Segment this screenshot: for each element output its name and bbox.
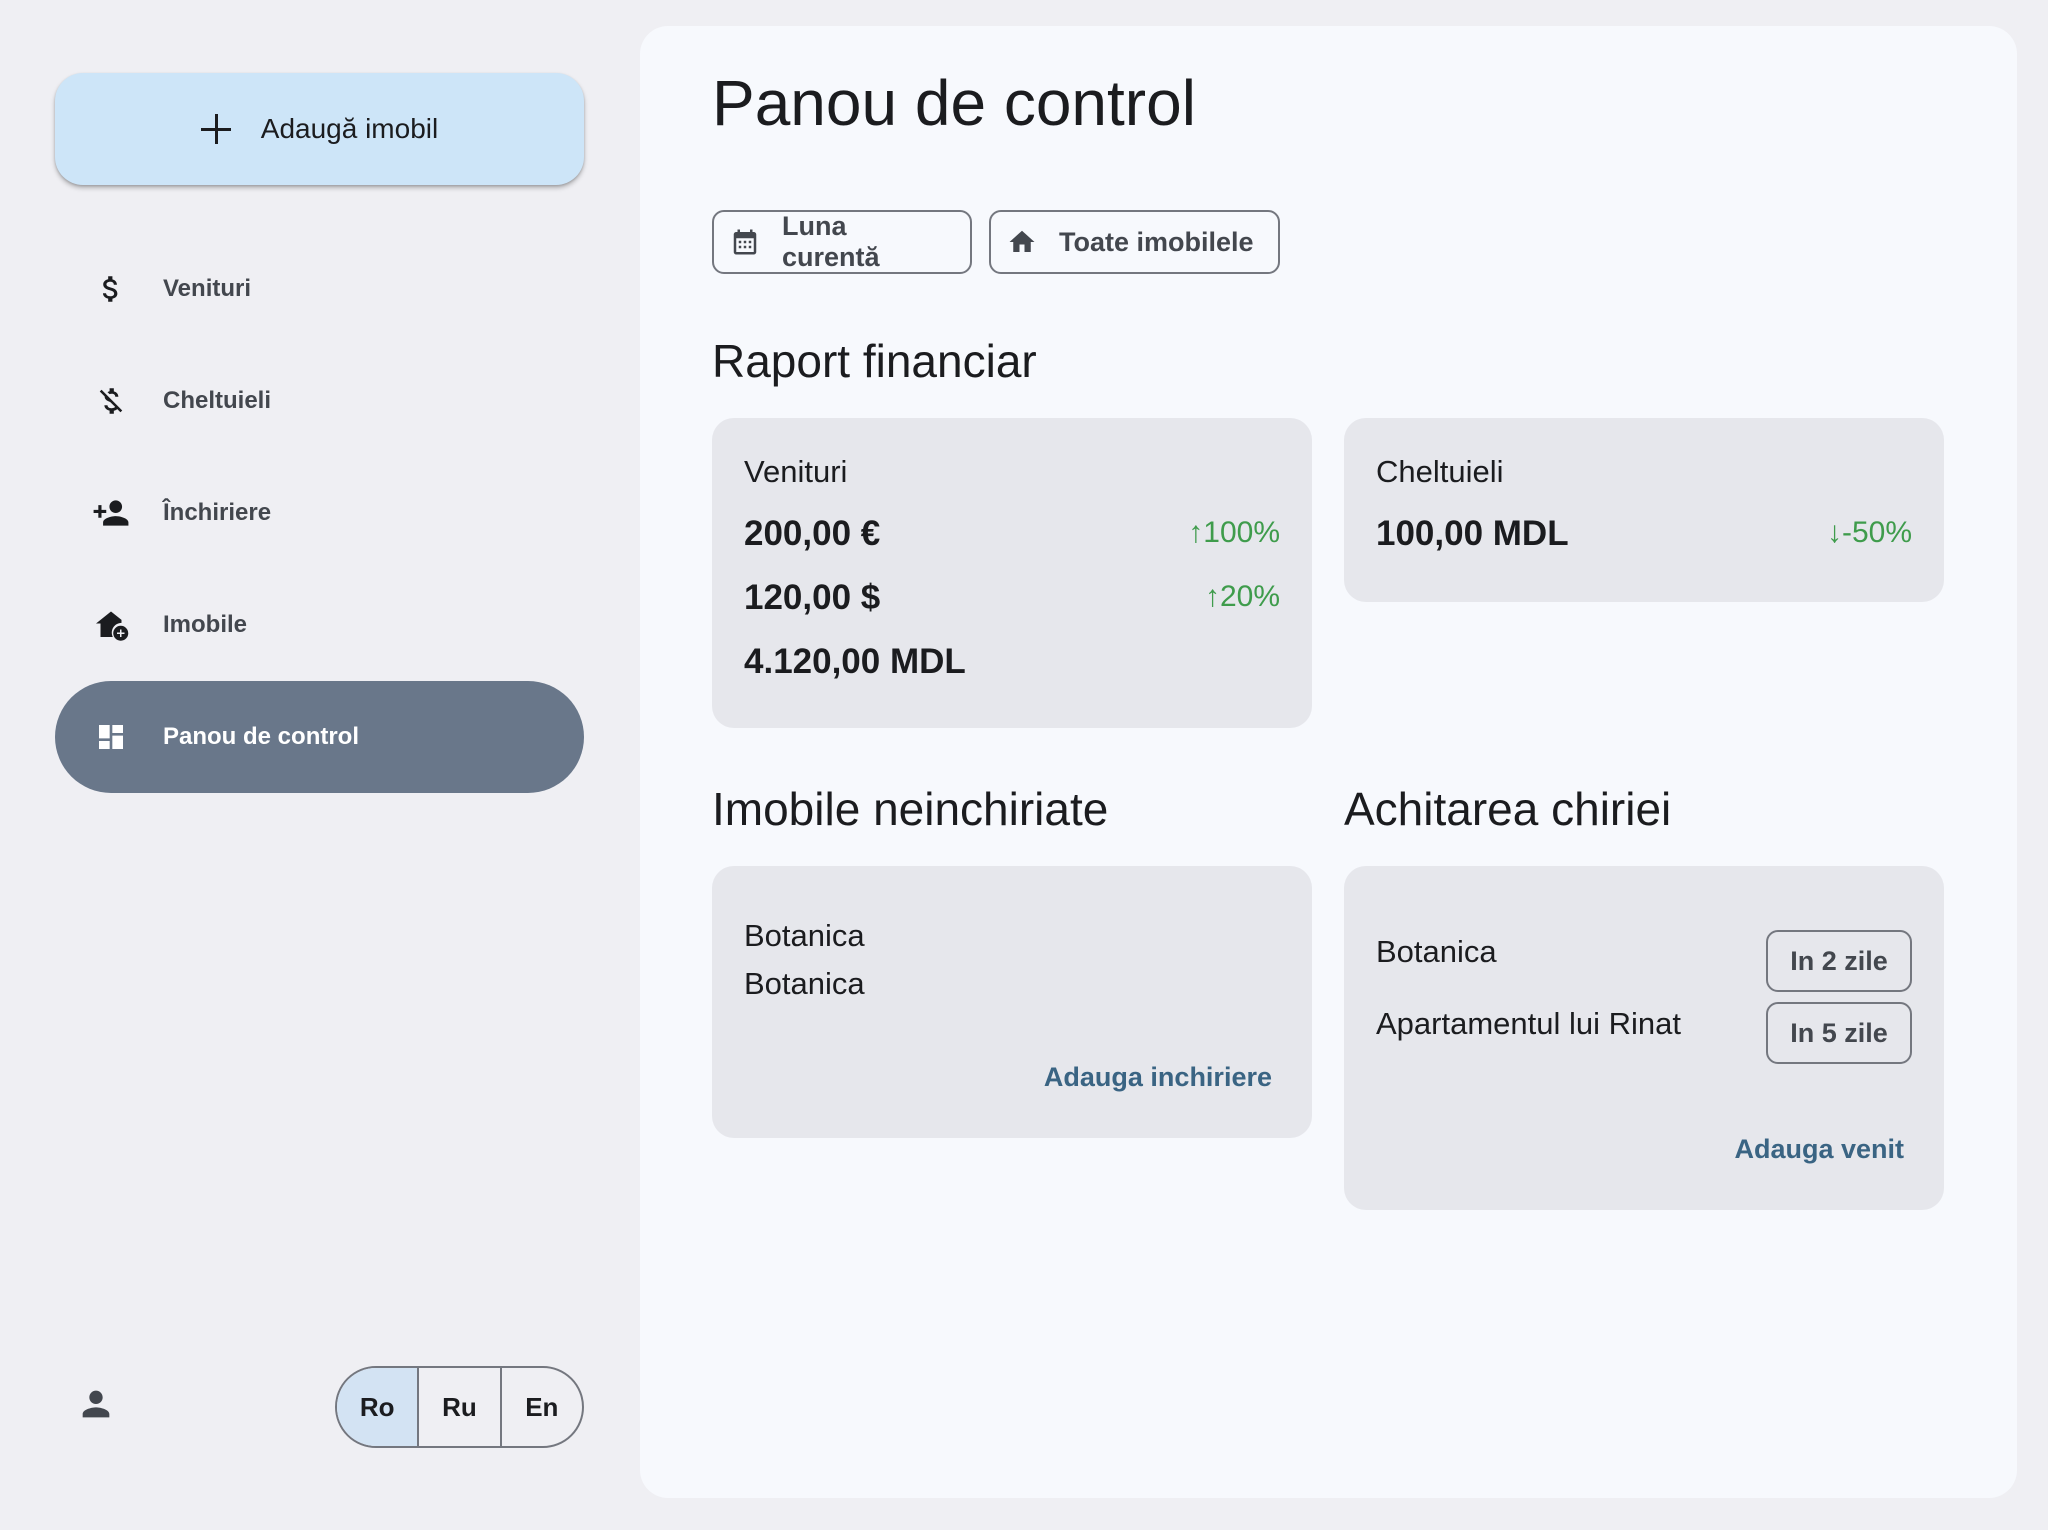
period-filter-chip[interactable]: Luna curentă: [712, 210, 972, 274]
expenses-label: Cheltuieli: [1376, 454, 1504, 489]
property-filter-chip[interactable]: Toate imobilele: [989, 210, 1280, 274]
account-icon[interactable]: [76, 1384, 116, 1424]
sidebar-item-rental[interactable]: Închiriere: [55, 457, 584, 569]
income-amount: 200,00 €: [744, 514, 881, 553]
dashboard-icon: [91, 717, 131, 757]
language-selector: Ro Ru En: [335, 1366, 584, 1448]
money-off-icon: [91, 381, 131, 421]
unrented-card: Botanica Botanica Adauga inchiriere: [712, 866, 1312, 1138]
language-ru-button[interactable]: Ru: [417, 1368, 499, 1446]
sidebar-item-income[interactable]: Venituri: [55, 233, 584, 345]
plus-icon: [200, 114, 231, 144]
add-rental-link[interactable]: Adauga inchiriere: [1044, 1062, 1272, 1093]
income-label: Venituri: [744, 454, 848, 489]
income-card: Venituri 200,00 € ↑100% 120,00 $ ↑20% 4.…: [712, 418, 1312, 728]
language-ro-button[interactable]: Ro: [337, 1368, 418, 1446]
list-item: Botanica: [1376, 934, 1497, 969]
language-en-button[interactable]: En: [499, 1368, 582, 1446]
list-item: Apartamentul lui Rinat: [1376, 1006, 1681, 1041]
sidebar-item-label: Panou de control: [163, 723, 360, 750]
dollar-icon: [91, 269, 131, 309]
add-income-link[interactable]: Adauga venit: [1734, 1134, 1904, 1165]
main-panel: Panou de control Luna curentă Toate imob…: [640, 26, 2017, 1498]
sidebar-item-label: Închiriere: [163, 499, 272, 526]
list-item: Botanica: [744, 966, 865, 1001]
expenses-card: Cheltuieli 100,00 MDL ↓-50%: [1344, 418, 1944, 602]
calendar-icon: [730, 227, 760, 257]
sidebar-item-label: Cheltuieli: [163, 387, 272, 414]
sidebar-item-label: Imobile: [163, 611, 248, 638]
app: Adaugă imobil Venituri Cheltuieli Închir…: [0, 0, 2048, 1530]
sidebar-item-dashboard[interactable]: Panou de control: [55, 681, 584, 793]
add-property-label: Adaugă imobil: [260, 113, 439, 144]
due-badge: In 5 zile: [1766, 1002, 1912, 1064]
financial-report-title: Raport financiar: [712, 335, 1037, 387]
list-item: Botanica: [744, 918, 865, 953]
add-property-button[interactable]: Adaugă imobil: [55, 73, 584, 185]
property-filter-label: Toate imobilele: [1059, 226, 1254, 257]
income-amount: 4.120,00 MDL: [744, 642, 966, 681]
sidebar-item-properties[interactable]: Imobile: [55, 569, 584, 681]
expenses-trend: ↓-50%: [1826, 516, 1912, 549]
income-amount: 120,00 $: [744, 578, 881, 617]
rent-payment-card: Botanica In 2 zile Apartamentul lui Rina…: [1344, 866, 1944, 1210]
page-title: Panou de control: [712, 67, 1196, 139]
period-filter-label: Luna curentă: [782, 211, 880, 272]
income-trend: ↑20%: [1204, 580, 1280, 613]
unrented-title: Imobile neinchiriate: [712, 783, 1109, 835]
sidebar-item-expenses[interactable]: Cheltuieli: [55, 345, 584, 457]
sidebar-item-label: Venituri: [163, 275, 252, 302]
expenses-amount: 100,00 MDL: [1376, 514, 1569, 553]
home-icon: [1007, 227, 1037, 257]
house-add-icon: [91, 605, 131, 645]
due-badge: In 2 zile: [1766, 930, 1912, 992]
person-add-icon: [91, 493, 131, 533]
income-trend: ↑100%: [1188, 516, 1280, 549]
sidebar: Adaugă imobil Venituri Cheltuieli Închir…: [0, 0, 640, 1530]
rent-payment-title: Achitarea chiriei: [1344, 783, 1672, 835]
